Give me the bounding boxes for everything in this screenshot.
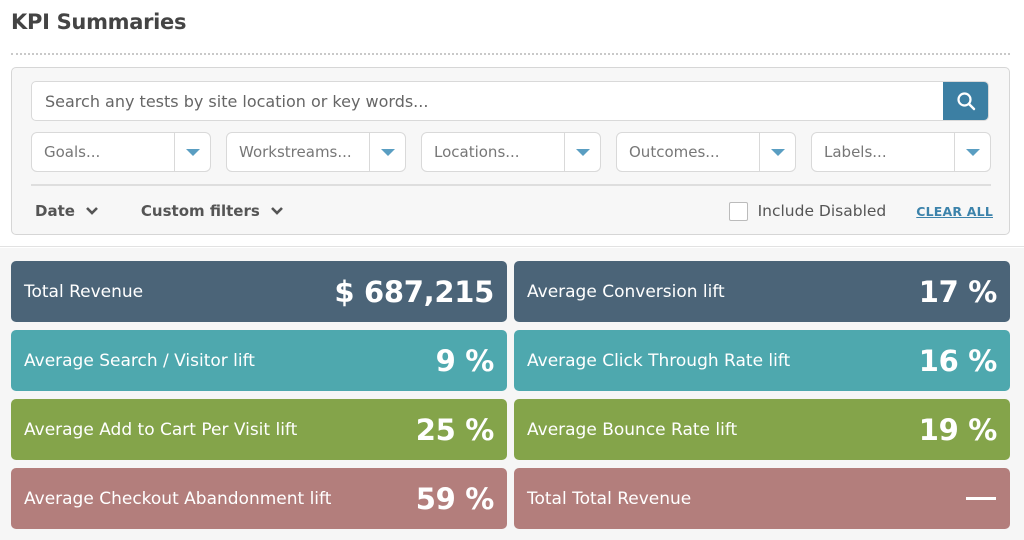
kpi-label: Average Click Through Rate lift [527, 350, 791, 371]
include-disabled-toggle[interactable]: Include Disabled [728, 201, 887, 221]
include-disabled-label: Include Disabled [757, 202, 887, 220]
filter-selects: Goals... Workstreams... Locations... Out… [31, 132, 991, 172]
workstreams-select[interactable]: Workstreams... [226, 132, 406, 172]
kpi-card-bounce-rate-lift[interactable]: Average Bounce Rate lift 19 % [514, 399, 1010, 460]
filter-divider [31, 184, 991, 186]
caret-down-icon [575, 148, 590, 156]
custom-filters-label: Custom filters [140, 202, 260, 220]
goals-select[interactable]: Goals... [31, 132, 211, 172]
select-toggle[interactable] [564, 133, 600, 171]
labels-select[interactable]: Labels... [811, 132, 991, 172]
filter-section: KPI Summaries Goals... Workstreams... [0, 0, 1024, 247]
kpi-label: Total Total Revenue [527, 488, 692, 509]
title-divider [11, 53, 1010, 55]
caret-down-icon [965, 148, 980, 156]
outcomes-select[interactable]: Outcomes... [616, 132, 796, 172]
kpi-label: Average Checkout Abandonment lift [24, 488, 332, 509]
kpi-value: 17 % [918, 274, 998, 309]
select-placeholder: Locations... [434, 143, 520, 161]
kpi-value: 19 % [918, 412, 998, 447]
select-placeholder: Workstreams... [239, 143, 352, 161]
kpi-card-total-revenue[interactable]: Total Revenue $ 687,215 [11, 261, 507, 322]
caret-down-icon [380, 148, 395, 156]
date-dropdown[interactable]: Date [35, 202, 99, 220]
kpi-label: Average Search / Visitor lift [24, 350, 255, 371]
kpi-card-total-total-revenue[interactable]: Total Total Revenue [514, 468, 1010, 529]
kpi-value: 59 % [415, 481, 495, 516]
select-toggle[interactable] [174, 133, 210, 171]
kpi-label: Average Add to Cart Per Visit lift [24, 419, 298, 440]
caret-down-icon [770, 148, 785, 156]
kpi-label: Average Conversion lift [527, 281, 725, 302]
custom-filters-dropdown[interactable]: Custom filters [141, 202, 284, 220]
select-placeholder: Labels... [824, 143, 887, 161]
kpi-area: Total Revenue $ 687,215 Average Conversi… [0, 248, 1024, 540]
kpi-label: Total Revenue [24, 281, 144, 302]
kpi-label: Average Bounce Rate lift [527, 419, 738, 440]
clear-all-link[interactable]: CLEAR ALL [916, 204, 993, 219]
select-placeholder: Goals... [44, 143, 101, 161]
kpi-card-conversion-lift[interactable]: Average Conversion lift 17 % [514, 261, 1010, 322]
kpi-card-add-to-cart-lift[interactable]: Average Add to Cart Per Visit lift 25 % [11, 399, 507, 460]
chevron-down-icon [85, 206, 99, 216]
kpi-card-click-through-rate-lift[interactable]: Average Click Through Rate lift 16 % [514, 330, 1010, 391]
kpi-value: 9 % [435, 343, 495, 378]
page-title: KPI Summaries [11, 10, 187, 34]
filter-options-row: Date Custom filters Include Disabled CLE… [31, 198, 993, 224]
select-toggle[interactable] [759, 133, 795, 171]
kpi-grid: Total Revenue $ 687,215 Average Conversi… [11, 261, 1010, 529]
search-bar [31, 81, 989, 121]
search-input[interactable] [32, 82, 943, 120]
search-icon [956, 91, 976, 111]
select-placeholder: Outcomes... [629, 143, 720, 161]
include-disabled-checkbox[interactable] [728, 201, 748, 221]
locations-select[interactable]: Locations... [421, 132, 601, 172]
date-label: Date [35, 202, 75, 220]
caret-down-icon [185, 148, 200, 156]
kpi-card-checkout-abandonment-lift[interactable]: Average Checkout Abandonment lift 59 % [11, 468, 507, 529]
kpi-value: $ 687,215 [334, 274, 494, 309]
search-button[interactable] [943, 82, 988, 120]
select-toggle[interactable] [954, 133, 990, 171]
kpi-value: 25 % [415, 412, 495, 447]
chevron-down-icon [270, 206, 284, 216]
kpi-value: 16 % [918, 343, 998, 378]
select-toggle[interactable] [369, 133, 405, 171]
empty-value-dash [966, 497, 996, 500]
filter-panel: Goals... Workstreams... Locations... Out… [11, 67, 1010, 235]
kpi-card-search-visitor-lift[interactable]: Average Search / Visitor lift 9 % [11, 330, 507, 391]
